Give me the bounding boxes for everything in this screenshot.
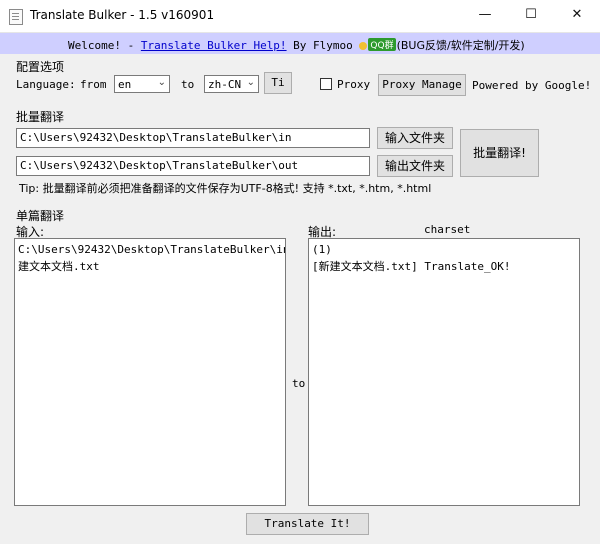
to-language-select[interactable]: zh-CN ⌄ (204, 75, 259, 93)
banner-suffix: (BUG反馈/软件定制/开发) (396, 39, 525, 52)
input-folder-button-label: 输入文件夹 (384, 131, 445, 145)
help-link[interactable]: Translate Bulker Help! (141, 39, 287, 52)
from-language-select[interactable]: en ⌄ (114, 75, 170, 93)
charset-label: charset (424, 223, 471, 236)
tip-text: Tip: 批量翻译前必须把准备翻译的文件保存为UTF-8格式! 支持 *.txt… (19, 182, 432, 195)
qq-icon (359, 42, 368, 50)
input-line: C:\Users\92432\Desktop\TranslateBulker\i… (18, 243, 286, 256)
translate-it-button[interactable]: Translate It! (246, 513, 369, 535)
qq-group-badge[interactable]: QQ群 (368, 38, 396, 51)
app-icon (9, 9, 23, 25)
bulk-translate-button-label: 批量翻译! (473, 146, 526, 160)
output-folder-button[interactable]: 输出文件夹 (377, 155, 453, 177)
proxy-label: Proxy (337, 78, 371, 91)
swap-language-label: Ti (271, 76, 285, 89)
output-folder-field[interactable]: C:\Users\92432\Desktop\TranslateBulker\o… (16, 156, 370, 176)
translate-it-label: Translate It! (264, 517, 351, 530)
chevron-down-icon: ⌄ (157, 77, 166, 88)
banner-welcome: Welcome! - (68, 39, 141, 52)
input-textarea[interactable]: C:\Users\92432\Desktop\TranslateBulker\i… (14, 238, 286, 506)
minimize-button[interactable]: — (462, 0, 508, 31)
output-folder-button-label: 输出文件夹 (384, 159, 445, 173)
chevron-down-icon: ⌄ (246, 77, 255, 88)
language-label: Language: (16, 78, 76, 91)
to-arrow-label: to (292, 377, 306, 390)
output-line: (1) (312, 243, 332, 256)
bulk-section-label: 批量翻译 (16, 110, 65, 124)
from-label: from (80, 78, 107, 91)
welcome-banner: Welcome! - Translate Bulker Help! By Fly… (0, 33, 600, 54)
banner-text: Welcome! - Translate Bulker Help! By Fly… (68, 37, 525, 53)
proxy-manage-label: Proxy Manage (382, 78, 462, 91)
output-line: [新建文本文档.txt] Translate_OK! (312, 260, 511, 273)
config-section-label: 配置选项 (16, 60, 65, 74)
to-label: to (181, 78, 195, 91)
to-language-value: zh-CN (208, 78, 242, 91)
proxy-checkbox[interactable] (320, 78, 332, 90)
proxy-manage-button[interactable]: Proxy Manage (378, 74, 466, 96)
maximize-button[interactable]: ☐ (508, 0, 554, 31)
swap-language-button[interactable]: Ti (264, 72, 292, 94)
banner-by: By Flymoo (286, 39, 360, 52)
powered-by-label: Powered by Google! (472, 79, 592, 92)
input-folder-field[interactable]: C:\Users\92432\Desktop\TranslateBulker\i… (16, 128, 370, 148)
input-line: 建文本文档.txt (18, 260, 100, 273)
title-bar: Translate Bulker - 1.5 v160901 — ☐ ✕ (0, 0, 600, 33)
bulk-translate-button[interactable]: 批量翻译! (460, 129, 539, 177)
window-title: Translate Bulker - 1.5 v160901 (30, 8, 215, 22)
from-language-value: en (118, 78, 132, 91)
single-section-label: 单篇翻译 (16, 209, 65, 223)
input-folder-button[interactable]: 输入文件夹 (377, 127, 453, 149)
output-textarea[interactable]: (1) [新建文本文档.txt] Translate_OK! (308, 238, 580, 506)
close-button[interactable]: ✕ (554, 0, 600, 31)
